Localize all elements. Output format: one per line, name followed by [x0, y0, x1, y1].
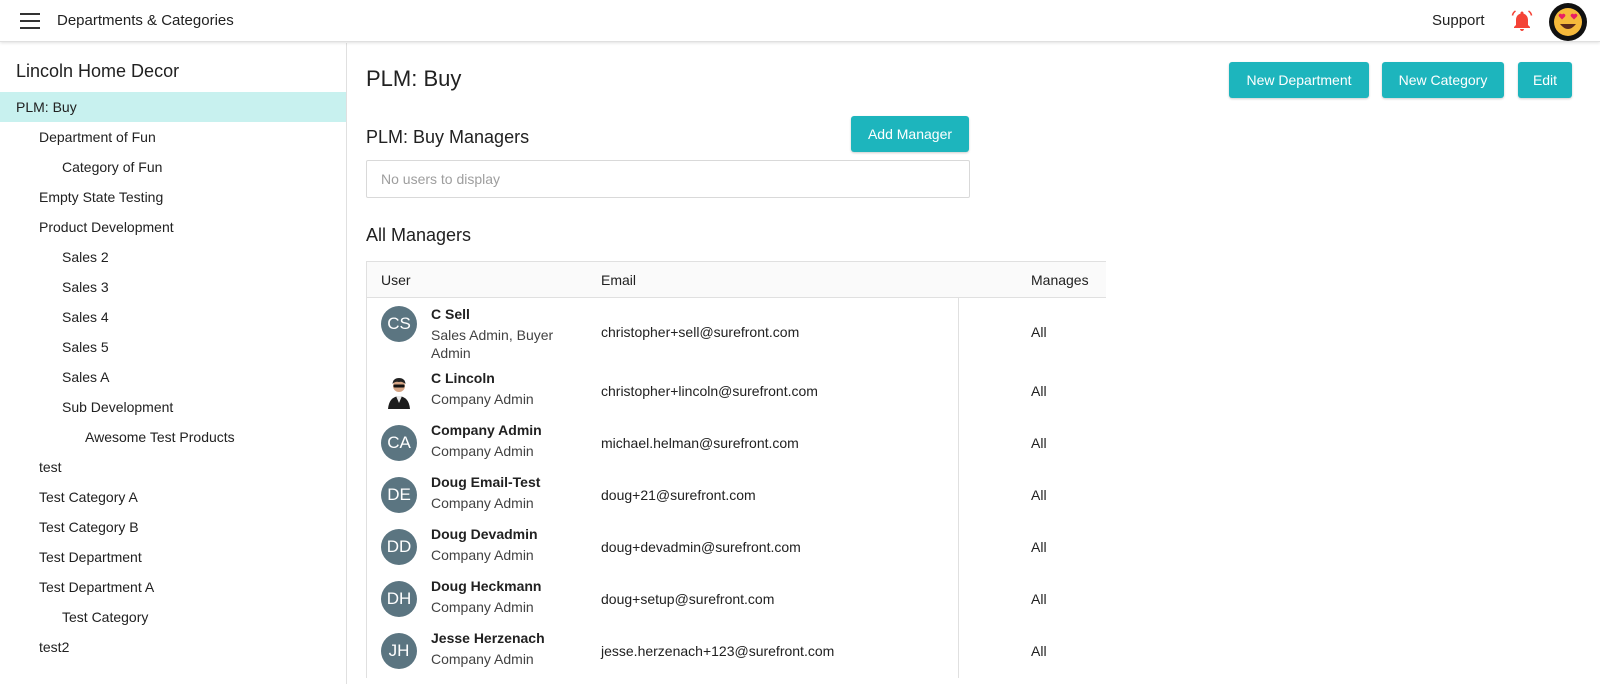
user-role: Company Admin: [431, 599, 534, 615]
app-title: Departments & Categories: [57, 12, 234, 29]
user-email: doug+setup@surefront.com: [601, 591, 775, 607]
user-avatar[interactable]: [1549, 3, 1587, 41]
sidebar-item[interactable]: Test Category: [0, 602, 346, 632]
sidebar-item[interactable]: Test Department: [0, 542, 346, 572]
user-avatar: DE: [381, 477, 417, 513]
user-name: C Lincoln: [431, 370, 495, 386]
sidebar-item[interactable]: Sales 2: [0, 242, 346, 272]
user-avatar: DD: [381, 529, 417, 565]
sidebar-item[interactable]: Empty State Testing: [0, 182, 346, 212]
sidebar-item[interactable]: Product Development: [0, 212, 346, 242]
sidebar-item[interactable]: PLM: Buy: [0, 92, 346, 122]
user-manages: All: [1031, 643, 1047, 659]
user-role: Company Admin: [431, 443, 534, 459]
user-name: Doug Devadmin: [431, 526, 538, 542]
column-header-user[interactable]: User: [381, 272, 411, 288]
org-name: Lincoln Home Decor: [16, 61, 180, 81]
table-row[interactable]: CS C Sell Sales Admin, Buyer Admin christop…: [367, 298, 1106, 366]
page-title: PLM: Buy: [366, 66, 462, 91]
sidebar-item[interactable]: Sales 3: [0, 272, 346, 302]
user-email: christopher+sell@surefront.com: [601, 324, 800, 340]
sidebar-item[interactable]: Category of Fun: [0, 152, 346, 182]
user-manages: All: [1031, 324, 1047, 340]
new-category-button[interactable]: New Category: [1382, 62, 1504, 98]
sidebar: Lincoln Home Decor PLM: Buy Department of…: [0, 43, 347, 684]
user-manages: All: [1031, 591, 1047, 607]
user-email: christopher+lincoln@surefront.com: [601, 383, 818, 399]
smiling-face-with-heart-eyes-icon: [1554, 8, 1582, 36]
table-row[interactable]: CA Company Admin Company Admin michael.helm…: [367, 418, 1106, 470]
user-avatar: CA: [381, 425, 417, 461]
sidebar-item[interactable]: Sub Development: [0, 392, 346, 422]
hamburger-menu-icon[interactable]: [20, 13, 40, 29]
sidebar-item[interactable]: test2: [0, 632, 346, 662]
user-name: Doug Heckmann: [431, 578, 542, 594]
user-role: Company Admin: [431, 651, 534, 667]
table-row[interactable]: DD Doug Devadmin Company Admin doug+devadmi…: [367, 522, 1106, 574]
user-photo-icon: [388, 378, 410, 409]
user-email: doug+21@surefront.com: [601, 487, 756, 503]
user-role: Company Admin: [431, 495, 534, 511]
user-role: Company Admin: [431, 391, 534, 407]
user-email: jesse.herzenach+123@surefront.com: [601, 643, 835, 659]
sidebar-item[interactable]: Awesome Test Products: [0, 422, 346, 452]
new-department-button[interactable]: New Department: [1229, 62, 1369, 98]
user-email: michael.helman@surefront.com: [601, 435, 799, 451]
table-row[interactable]: DH Doug Heckmann Company Admin doug+setup@s…: [367, 574, 1106, 626]
bell-icon[interactable]: [1510, 9, 1534, 33]
user-manages: All: [1031, 487, 1047, 503]
sidebar-item[interactable]: Sales 5: [0, 332, 346, 362]
table-row[interactable]: JH Jesse Herzenach Company Admin jesse.herz…: [367, 626, 1106, 678]
edit-button[interactable]: Edit: [1518, 62, 1572, 98]
empty-managers-message: No users to display: [366, 160, 970, 198]
user-name: Jesse Herzenach: [431, 630, 545, 646]
user-avatar: [381, 373, 417, 409]
column-header-email[interactable]: Email: [601, 272, 636, 288]
user-name: Company Admin: [431, 422, 542, 438]
managers-table: User Email Manages CS C Sell Sales Admin, …: [366, 261, 1106, 678]
user-email: doug+devadmin@surefront.com: [601, 539, 801, 555]
table-row[interactable]: C Lincoln Company Admin christopher+lincol…: [367, 366, 1106, 418]
table-header: User Email Manages: [366, 261, 1106, 298]
top-app-bar: Departments & Categories Support: [0, 0, 1600, 42]
department-managers-title: PLM: Buy Managers: [366, 127, 530, 147]
sidebar-item[interactable]: Test Category B: [0, 512, 346, 542]
user-role: Company Admin: [431, 547, 534, 563]
user-avatar: JH: [381, 633, 417, 669]
sidebar-item[interactable]: Test Category A: [0, 482, 346, 512]
user-name: Doug Email-Test: [431, 474, 541, 490]
sidebar-item[interactable]: Department of Fun: [0, 122, 346, 152]
user-manages: All: [1031, 383, 1047, 399]
user-manages: All: [1031, 435, 1047, 451]
user-role: Sales Admin, Buyer Admin: [431, 327, 554, 361]
department-tree: PLM: Buy Department of Fun Category of Fun…: [0, 92, 346, 662]
all-managers-title: All Managers: [366, 225, 472, 245]
user-name: C Sell: [431, 306, 470, 322]
table-body: CS C Sell Sales Admin, Buyer Admin christop…: [366, 298, 1106, 678]
sidebar-item[interactable]: test: [0, 452, 346, 482]
user-avatar: DH: [381, 581, 417, 617]
sidebar-item[interactable]: Test Department A: [0, 572, 346, 602]
add-manager-button[interactable]: Add Manager: [851, 116, 969, 152]
column-header-manages[interactable]: Manages: [1031, 272, 1089, 288]
support-link[interactable]: Support: [1432, 12, 1485, 29]
user-manages: All: [1031, 539, 1047, 555]
sidebar-item[interactable]: Sales A: [0, 362, 346, 392]
table-row[interactable]: DE Doug Email-Test Company Admin doug+21@su…: [367, 470, 1106, 522]
sidebar-item[interactable]: Sales 4: [0, 302, 346, 332]
main-content: PLM: Buy New Department New Category Edi…: [348, 43, 1600, 684]
user-avatar: CS: [381, 306, 417, 342]
